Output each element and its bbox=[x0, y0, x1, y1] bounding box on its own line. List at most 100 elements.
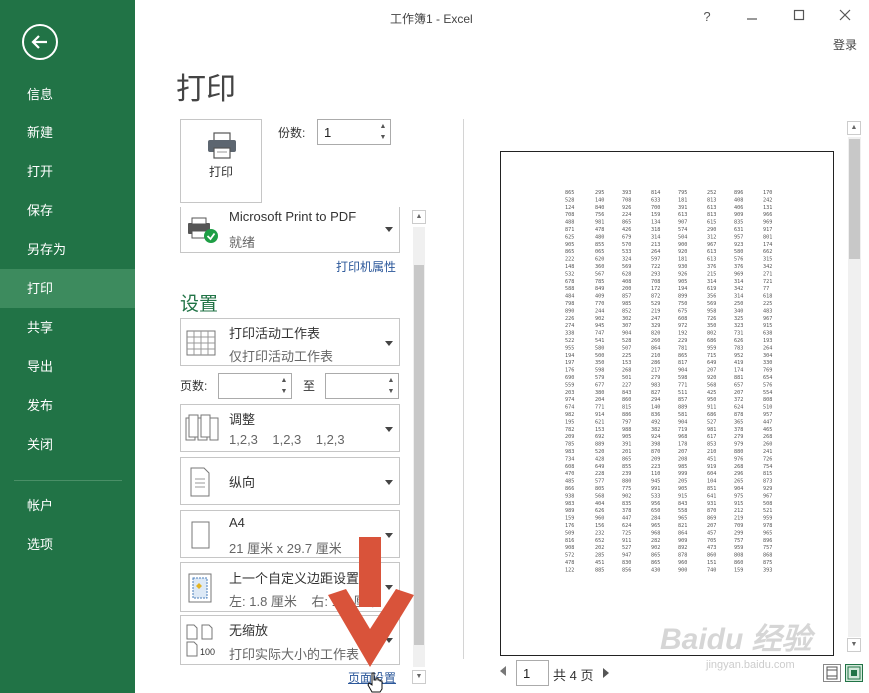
preview-cell: 657 bbox=[734, 382, 743, 388]
pages-from-decrement[interactable]: ▼ bbox=[277, 386, 291, 398]
preview-cell: 904 bbox=[734, 486, 743, 492]
preview-cell: 579 bbox=[595, 375, 604, 381]
sidebar-item-share[interactable]: 共享 bbox=[0, 308, 135, 347]
preview-scrollbar[interactable]: ▲ ▼ bbox=[846, 121, 863, 653]
window-title: 工作簿1 - Excel bbox=[390, 12, 473, 26]
preview-cell: 835 bbox=[734, 220, 743, 226]
zoom-to-page-button[interactable] bbox=[845, 664, 863, 682]
orientation-dropdown[interactable]: 纵向 bbox=[180, 457, 400, 505]
previous-page-button[interactable] bbox=[500, 666, 506, 676]
preview-cell: 279 bbox=[734, 434, 743, 440]
margins-icon bbox=[188, 573, 212, 603]
sidebar-item-new[interactable]: 新建 bbox=[0, 113, 135, 152]
preview-cell: 621 bbox=[595, 419, 604, 425]
preview-cell: 929 bbox=[763, 486, 772, 492]
preview-cell: 864 bbox=[678, 530, 687, 536]
preview-cell: 181 bbox=[678, 257, 687, 263]
preview-cell: 915 bbox=[678, 493, 687, 499]
maximize-button[interactable] bbox=[787, 6, 811, 28]
orange-arrow-annotation bbox=[328, 537, 414, 667]
print-what-dropdown[interactable]: 打印活动工作表 仅打印活动工作表 bbox=[180, 318, 400, 366]
preview-cell: 608 bbox=[565, 464, 574, 470]
preview-cell: 840 bbox=[595, 205, 604, 211]
preview-cell: 580 bbox=[595, 345, 604, 351]
sidebar-item-account[interactable]: 帐户 bbox=[0, 486, 135, 525]
close-window-button[interactable] bbox=[833, 6, 857, 28]
preview-cell: 194 bbox=[678, 286, 687, 292]
preview-cell: 853 bbox=[707, 442, 716, 448]
maximize-icon bbox=[793, 9, 805, 21]
copies-input[interactable]: 1 ▲ ▼ bbox=[317, 119, 391, 145]
preview-cell: 268 bbox=[763, 434, 772, 440]
pages-to-input[interactable]: ▲ ▼ bbox=[325, 373, 399, 399]
preview-cell: 983 bbox=[565, 501, 574, 507]
preview-cell: 827 bbox=[651, 390, 660, 396]
preview-cell: 817 bbox=[678, 360, 687, 366]
current-page-input[interactable]: 1 bbox=[516, 660, 549, 686]
sidebar-item-info[interactable]: 信息 bbox=[0, 75, 135, 114]
help-button[interactable]: ? bbox=[695, 6, 719, 28]
preview-cell: 203 bbox=[565, 390, 574, 396]
sidebar-item-save-as[interactable]: 另存为 bbox=[0, 230, 135, 269]
orientation-title: 纵向 bbox=[229, 475, 256, 490]
preview-cell: 931 bbox=[707, 501, 716, 507]
print-button[interactable]: 打印 bbox=[180, 119, 262, 203]
preview-cell: 957 bbox=[763, 412, 772, 418]
preview-cell: 360 bbox=[595, 264, 604, 270]
preview-cell: 425 bbox=[707, 390, 716, 396]
preview-cell: 208 bbox=[678, 456, 687, 462]
minimize-button[interactable] bbox=[740, 6, 764, 28]
collate-dropdown[interactable]: 调整 1,2,3 1,2,3 1,2,3 bbox=[180, 404, 400, 452]
preview-cell: 857 bbox=[678, 397, 687, 403]
preview-cell: 232 bbox=[595, 530, 604, 536]
preview-cell: 131 bbox=[763, 205, 772, 211]
copies-value: 1 bbox=[324, 125, 332, 140]
preview-cell: 520 bbox=[595, 449, 604, 455]
preview-scroll-down-button[interactable]: ▼ bbox=[847, 638, 861, 652]
printer-properties-link[interactable]: 打印机属性 bbox=[336, 258, 396, 275]
preview-cell: 598 bbox=[595, 368, 604, 374]
preview-cell: 521 bbox=[763, 508, 772, 514]
preview-cell: 570 bbox=[622, 242, 631, 248]
scroll-up-button[interactable]: ▲ bbox=[412, 210, 426, 224]
preview-cell: 692 bbox=[595, 434, 604, 440]
sidebar-item-open[interactable]: 打开 bbox=[0, 152, 135, 191]
preview-cell: 802 bbox=[707, 331, 716, 337]
preview-cell: 945 bbox=[651, 479, 660, 485]
preview-cell: 813 bbox=[707, 197, 716, 203]
sidebar-item-publish[interactable]: 发布 bbox=[0, 386, 135, 425]
preview-cell: 613 bbox=[707, 249, 716, 255]
sidebar-item-save[interactable]: 保存 bbox=[0, 191, 135, 230]
preview-cell: 972 bbox=[678, 323, 687, 329]
preview-cell: 726 bbox=[707, 316, 716, 322]
preview-cell: 624 bbox=[622, 523, 631, 529]
collate-subtitle: 1,2,3 1,2,3 1,2,3 bbox=[229, 432, 345, 447]
preview-cell: 382 bbox=[651, 427, 660, 433]
printer-dropdown[interactable]: Microsoft Print to PDF 就绪 bbox=[180, 207, 400, 253]
sidebar-item-close[interactable]: 关闭 bbox=[0, 425, 135, 464]
preview-cell: 426 bbox=[622, 227, 631, 233]
sidebar-item-options[interactable]: 选项 bbox=[0, 525, 135, 564]
preview-cell: 705 bbox=[707, 538, 716, 544]
preview-scroll-up-button[interactable]: ▲ bbox=[847, 121, 861, 135]
sign-in-link[interactable]: 登录 bbox=[833, 36, 857, 53]
show-margins-button[interactable] bbox=[823, 664, 841, 682]
sidebar-item-print[interactable]: 打印 bbox=[0, 269, 135, 308]
preview-cell: 447 bbox=[763, 419, 772, 425]
preview-cell: 641 bbox=[707, 493, 716, 499]
copies-decrement[interactable]: ▼ bbox=[376, 132, 390, 144]
preview-cell: 983 bbox=[651, 382, 660, 388]
back-button[interactable] bbox=[22, 24, 58, 60]
preview-cell: 835 bbox=[622, 501, 631, 507]
sidebar-item-export[interactable]: 导出 bbox=[0, 347, 135, 386]
preview-cell: 617 bbox=[707, 434, 716, 440]
preview-cell: 851 bbox=[707, 486, 716, 492]
preview-cell: 215 bbox=[707, 271, 716, 277]
pages-to-decrement[interactable]: ▼ bbox=[384, 386, 398, 398]
preview-cell: 770 bbox=[595, 301, 604, 307]
preview-scrollbar-thumb[interactable] bbox=[849, 139, 860, 259]
preview-cell: 769 bbox=[763, 368, 772, 374]
pages-from-input[interactable]: ▲ ▼ bbox=[218, 373, 292, 399]
next-page-button[interactable] bbox=[603, 668, 609, 678]
preview-cell: 529 bbox=[651, 301, 660, 307]
